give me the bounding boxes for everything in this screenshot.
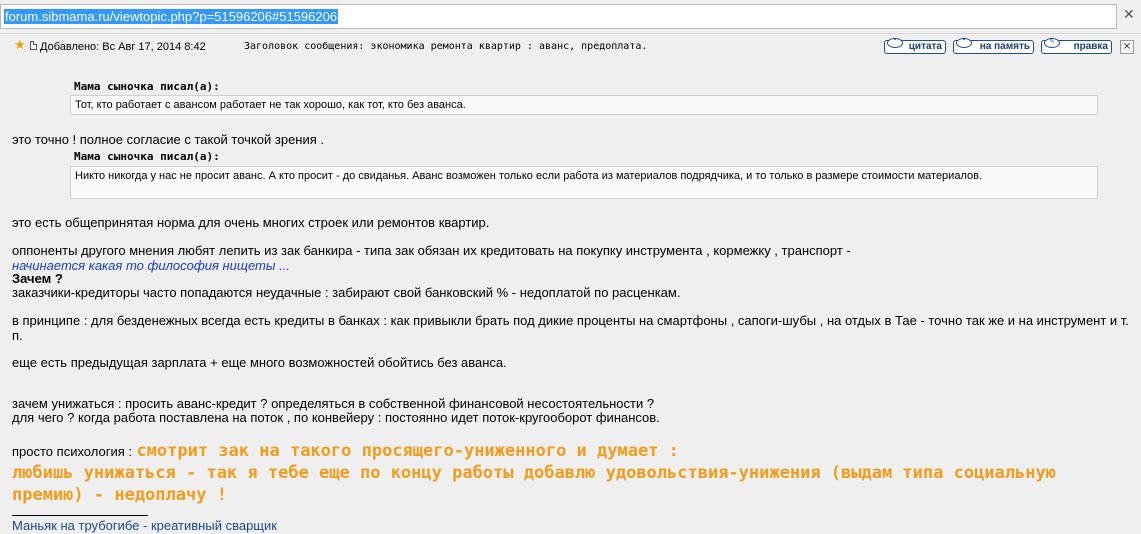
quote-author: Мама сыночка писал(а): — [74, 150, 220, 163]
body-text: для чего ? когда работа поставлена на по… — [12, 410, 660, 425]
url-input[interactable]: forum.sibmama.ru/viewtopic.php?p=5159620… — [0, 4, 1117, 29]
reply-text: это точно ! полное согласие с такой точк… — [12, 132, 325, 147]
edit-icon: ✎ — [1044, 38, 1060, 48]
psychology-block: просто психология : смотрит зак на таког… — [12, 440, 1132, 506]
close-icon[interactable]: ✕ — [1123, 7, 1135, 23]
speech-bubble-icon: " — [887, 38, 903, 48]
star-icon: ★ — [14, 38, 26, 53]
why-heading: Зачем ? — [12, 271, 63, 286]
signature-link[interactable]: Маньяк на трубогибе - креативный сварщик — [12, 518, 277, 533]
body-text: в принципе : для безденежных всегда есть… — [12, 313, 1129, 343]
orange-text: любишь унижаться - так я тебе еще по кон… — [12, 463, 1056, 505]
quote-box: Тот, кто работает с авансом работает не … — [70, 95, 1098, 115]
address-bar: forum.sibmama.ru/viewtopic.php?p=5159620… — [0, 0, 1141, 34]
body-text: еще есть предыдущая зарплата + еще много… — [12, 355, 507, 370]
quote-button[interactable]: " цитата — [884, 38, 946, 54]
post-header: ★ Добавлено: Вс Авг 17, 2014 8:42 Заголо… — [0, 36, 1141, 58]
post-icon[interactable] — [30, 41, 37, 50]
edit-button[interactable]: ✎ правка — [1041, 38, 1112, 54]
remember-button[interactable]: " на память — [953, 38, 1034, 54]
quote-box: Никто никогда у нас не просит аванс. А к… — [70, 166, 1098, 199]
post-content: ★ Добавлено: Вс Авг 17, 2014 8:42 Заголо… — [0, 34, 1141, 534]
body-text: зачем унижаться : просить аванс-кредит ?… — [12, 396, 655, 411]
quote-text: Никто никогда у нас не просит аванс. А к… — [75, 170, 983, 182]
body-text: заказчики-кредиторы часто попадаются неу… — [12, 285, 681, 300]
url-text[interactable]: forum.sibmama.ru/viewtopic.php?p=5159620… — [4, 9, 339, 24]
quote-author: Мама сыночка писал(а): — [74, 80, 220, 93]
close-post-icon[interactable]: ⨯ — [1120, 40, 1134, 54]
psychology-prefix: просто психология : — [12, 444, 132, 459]
signature-divider — [12, 515, 148, 516]
body-text: это есть общепринятая норма для очень мн… — [12, 215, 490, 230]
post-subject: Заголовок сообщения: экономика ремонта к… — [244, 41, 648, 52]
body-text: оппоненты другого мнения любят лепить из… — [12, 243, 851, 258]
post-date: Добавлено: Вс Авг 17, 2014 8:42 — [40, 41, 206, 53]
quote-text: Тот, кто работает с авансом работает не … — [75, 99, 466, 111]
orange-text: смотрит зак на такого просящего-униженно… — [136, 441, 679, 461]
speech-bubble-icon: " — [956, 38, 972, 48]
